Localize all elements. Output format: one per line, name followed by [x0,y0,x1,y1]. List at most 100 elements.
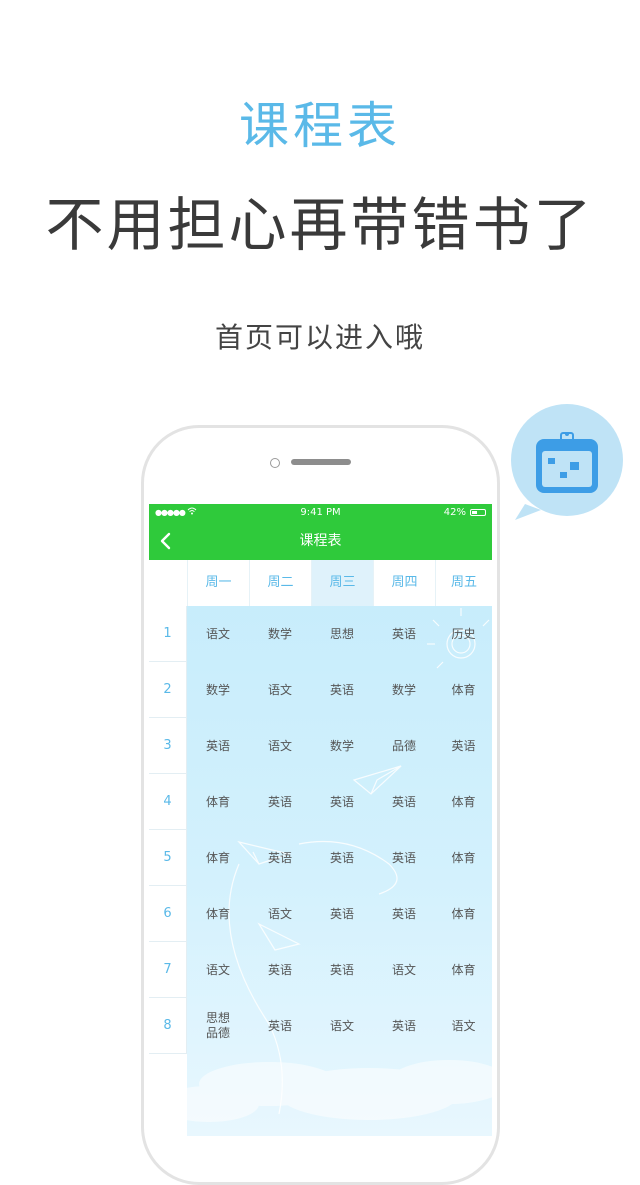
promo-subtitle: 首页可以进入哦 [214,321,425,354]
course-label: 体育 [451,850,476,865]
course-cell[interactable]: 品德 [373,718,435,774]
period-number: 4 [149,774,187,830]
course-cell[interactable]: 体育 [187,830,249,886]
course-label: 英语 [329,906,354,921]
course-cell[interactable]: 语文 [187,942,249,998]
course-label: 英语 [391,906,416,921]
course-label: 语文 [267,682,292,697]
period-number: 6 [149,886,187,942]
course-label: 数学 [391,682,416,697]
course-label: 语文 [391,962,416,977]
phone-speaker [291,459,351,465]
course-label: 思想 品德 [205,1011,230,1040]
course-label: 英语 [267,1018,292,1033]
course-cell[interactable]: 英语 [311,662,373,718]
course-label: 英语 [329,682,354,697]
course-cell[interactable]: 体育 [435,662,492,718]
course-label: 数学 [267,626,292,641]
course-cell[interactable]: 英语 [249,830,311,886]
course-label: 英语 [391,794,416,809]
course-cell[interactable]: 英语 [435,718,492,774]
course-cell[interactable]: 语文 [249,718,311,774]
course-label: 历史 [451,626,476,641]
course-cell[interactable]: 体育 [187,886,249,942]
course-label: 体育 [205,850,230,865]
course-cell[interactable]: 数学 [187,662,249,718]
course-label: 体育 [451,794,476,809]
course-label: 英语 [391,626,416,641]
day-header: 周三 [311,560,373,606]
course-cell[interactable]: 英语 [249,998,311,1054]
nav-title: 课程表 [299,533,342,549]
course-cell[interactable]: 英语 [311,942,373,998]
course-cell[interactable]: 英语 [373,830,435,886]
navigation-bar: 课程表 [149,522,492,560]
course-label: 英语 [391,850,416,865]
period-number: 2 [149,662,187,718]
course-label: 语文 [205,626,230,641]
period-number: 3 [149,718,187,774]
course-cell[interactable]: 语文 [249,886,311,942]
course-cell[interactable]: 体育 [435,830,492,886]
course-label: 体育 [451,962,476,977]
course-label: 英语 [267,850,292,865]
period-number: 5 [149,830,187,886]
course-cell[interactable]: 英语 [311,886,373,942]
course-label: 体育 [205,794,230,809]
battery-icon [470,509,486,516]
course-cell[interactable]: 英语 [249,942,311,998]
course-label: 体育 [205,906,230,921]
course-cell[interactable]: 英语 [311,830,373,886]
calendar-icon [536,432,598,493]
period-number: 8 [149,998,187,1054]
course-cell[interactable]: 语文 [373,942,435,998]
course-cell[interactable]: 数学 [373,662,435,718]
course-label: 英语 [267,794,292,809]
period-number: 7 [149,942,187,998]
course-cell[interactable]: 体育 [435,774,492,830]
promo-headline: 不用担心再带错书了 [45,191,595,259]
course-label: 数学 [329,738,354,753]
course-label: 语文 [451,1018,476,1033]
course-label: 语文 [329,1018,354,1033]
course-cell[interactable]: 思想 品德 [187,998,249,1054]
course-cell[interactable]: 语文 [187,606,249,662]
course-label: 英语 [205,738,230,753]
course-label: 思想 [329,626,354,641]
course-cell[interactable]: 英语 [373,886,435,942]
course-cell[interactable]: 历史 [435,606,492,662]
course-cell[interactable]: 语文 [311,998,373,1054]
status-bar: ●●●●● 9:41 PM 42% [149,504,492,522]
course-cell[interactable]: 体育 [435,942,492,998]
course-label: 英语 [267,962,292,977]
course-label: 品德 [391,738,416,753]
course-label: 语文 [205,962,230,977]
course-cell[interactable]: 语文 [249,662,311,718]
course-cell[interactable]: 英语 [187,718,249,774]
course-cell[interactable]: 英语 [373,998,435,1054]
course-cell[interactable]: 英语 [311,774,373,830]
timetable-header: 周一 周二 周三 周四 周五 [149,560,492,606]
course-label: 英语 [451,738,476,753]
course-cell[interactable]: 英语 [373,606,435,662]
day-header: 周五 [435,560,492,606]
course-cell[interactable]: 语文 [435,998,492,1054]
course-cell[interactable]: 英语 [373,774,435,830]
course-label: 数学 [205,682,230,697]
day-header: 周二 [249,560,311,606]
course-cell[interactable]: 数学 [311,718,373,774]
course-label: 体育 [451,906,476,921]
phone-screen: ●●●●● 9:41 PM 42% 课程表 周一 周二 周三 周四 周五 1 语… [149,504,492,1136]
course-cell[interactable]: 体育 [187,774,249,830]
battery-percent: 42% [443,507,466,518]
course-cell[interactable]: 思想 [311,606,373,662]
course-label: 体育 [451,682,476,697]
course-label: 英语 [391,1018,416,1033]
phone-camera [270,458,280,468]
course-label: 英语 [329,962,354,977]
calendar-badge [511,404,623,520]
course-cell[interactable]: 英语 [249,774,311,830]
period-number: 1 [149,606,187,662]
course-cell[interactable]: 数学 [249,606,311,662]
course-cell[interactable]: 体育 [435,886,492,942]
